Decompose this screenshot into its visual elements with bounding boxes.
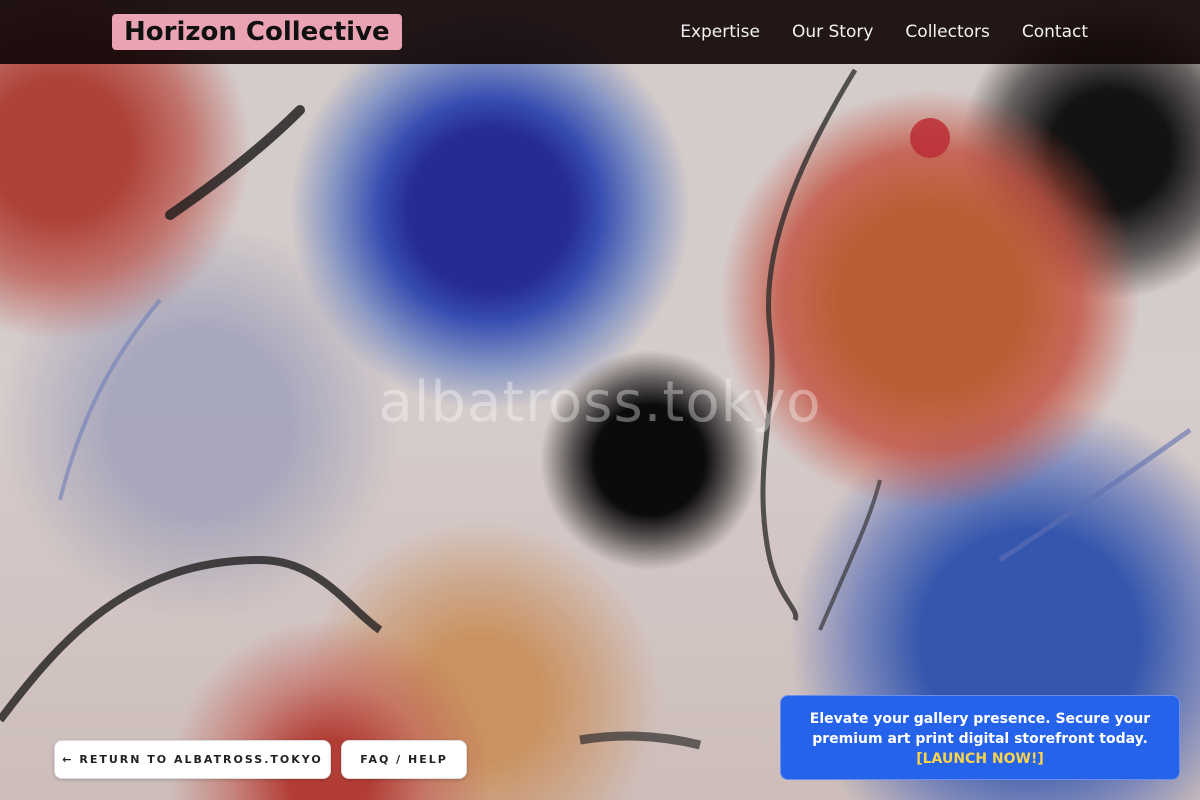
faq-help-button[interactable]: FAQ / HELP: [341, 740, 467, 779]
top-navigation-bar: Horizon Collective Expertise Our Story C…: [0, 0, 1200, 64]
nav-link-our-story[interactable]: Our Story: [792, 22, 873, 42]
promo-banner[interactable]: Elevate your gallery presence. Secure yo…: [780, 695, 1180, 780]
return-to-site-button[interactable]: ← RETURN TO ALBATROSS.TOKYO: [54, 740, 331, 779]
brand-logo[interactable]: Horizon Collective: [112, 14, 402, 50]
promo-launch-link[interactable]: [LAUNCH NOW!]: [916, 751, 1044, 767]
nav-link-contact[interactable]: Contact: [1022, 22, 1088, 42]
nav-link-collectors[interactable]: Collectors: [905, 22, 989, 42]
watermark-text: albatross.tokyo: [378, 370, 822, 435]
main-nav: Expertise Our Story Collectors Contact: [680, 0, 1088, 64]
promo-text: Elevate your gallery presence. Secure yo…: [809, 711, 1151, 747]
nav-link-expertise[interactable]: Expertise: [680, 22, 760, 42]
